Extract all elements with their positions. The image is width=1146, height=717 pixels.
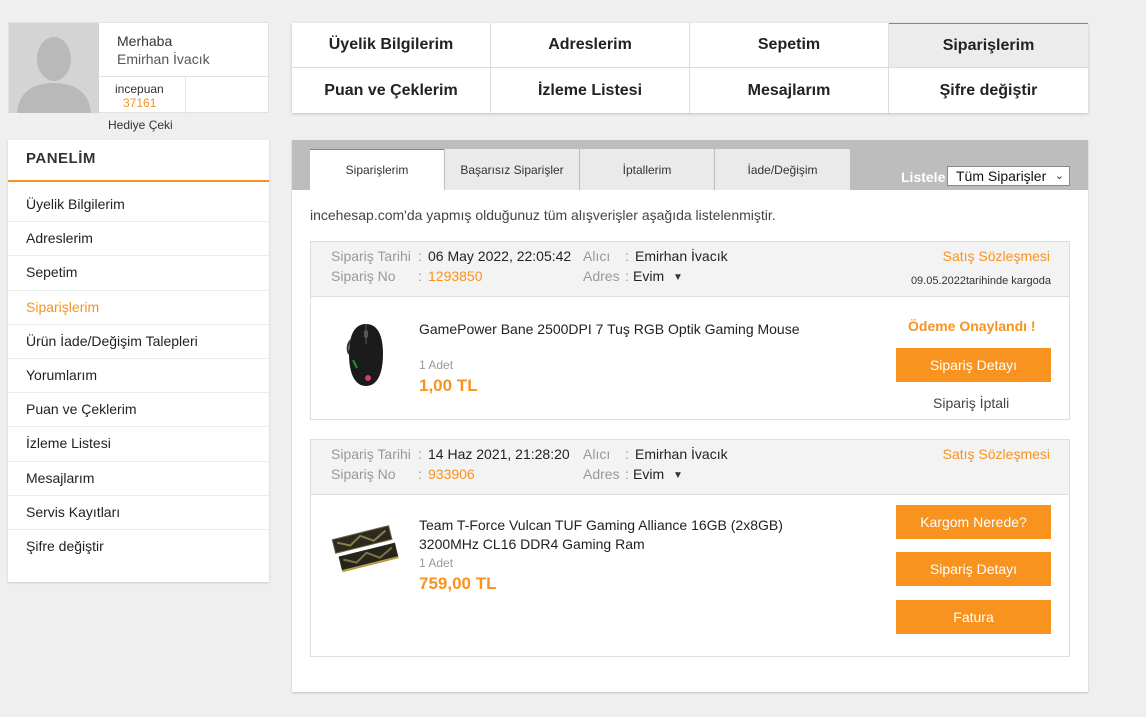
order-card: Sipariş Tarihi : 06 May 2022, 22:05:42 S… bbox=[310, 241, 1070, 420]
sidebar-item-mesajlarim[interactable]: Mesajlarım bbox=[8, 462, 269, 496]
sales-contract-link[interactable]: Satış Sözleşmesi bbox=[943, 446, 1050, 462]
sidebar-item-servis-kayitlari[interactable]: Servis Kayıtları bbox=[8, 496, 269, 530]
points-value[interactable]: 37161 bbox=[123, 96, 156, 110]
order-date-label: Sipariş Tarihi bbox=[331, 446, 411, 462]
ram-product-icon bbox=[331, 525, 399, 573]
product-name-line2: 3200MHz CL16 DDR4 Gaming Ram bbox=[419, 536, 645, 552]
order-date-value: 06 May 2022, 22:05:42 bbox=[428, 248, 572, 264]
nav-izleme-listesi[interactable]: İzleme Listesi bbox=[491, 68, 690, 113]
nav-mesajlarim[interactable]: Mesajlarım bbox=[690, 68, 889, 113]
order-status: Ödeme Onaylandı ! bbox=[908, 318, 1036, 334]
points-box: incepuan 37161 bbox=[99, 76, 270, 114]
tab-basarisiz-siparisler[interactable]: Başarısız Siparişler bbox=[445, 149, 579, 190]
order-date-value: 14 Haz 2021, 21:28:20 bbox=[428, 446, 570, 462]
product-quantity: 1 Adet bbox=[419, 556, 454, 570]
order-no-label: Sipariş No bbox=[331, 466, 396, 482]
sidebar-menu: Üyelik Bilgilerim Adreslerim Sepetim Sip… bbox=[8, 188, 269, 564]
sidebar-title: PANELİM bbox=[8, 140, 269, 182]
product-price: 759,00 TL bbox=[419, 574, 497, 593]
recipient-value: Emirhan İvacık bbox=[635, 446, 728, 462]
product-name[interactable]: GamePower Bane 2500DPI 7 Tuş RGB Optik G… bbox=[419, 320, 800, 339]
cargo-note: 09.05.2022tarihinde kargoda bbox=[910, 275, 1051, 287]
orders-panel: Siparişlerim Başarısız Siparişler İptall… bbox=[292, 140, 1088, 692]
order-date-label: Sipariş Tarihi bbox=[331, 248, 411, 264]
order-detail-button[interactable]: Sipariş Detayı bbox=[896, 552, 1051, 586]
tab-iptallerim[interactable]: İptallerim bbox=[580, 149, 714, 190]
order-detail-button[interactable]: Sipariş Detayı bbox=[896, 348, 1051, 382]
product-name-line1: Team T-Force Vulcan TUF Gaming Alliance … bbox=[419, 517, 783, 533]
sidebar-item-sepetim[interactable]: Sepetim bbox=[8, 256, 269, 291]
address-value[interactable]: Evim bbox=[633, 268, 664, 284]
colon: : bbox=[418, 268, 422, 284]
filter-select[interactable]: Tüm Siparişler ⌄ bbox=[947, 166, 1070, 186]
colon: : bbox=[625, 268, 629, 284]
sidebar-item-iade-talepleri[interactable]: Ürün İade/Değişim Talepleri bbox=[8, 325, 269, 359]
sidebar-item-yorumlarim[interactable]: Yorumlarım bbox=[8, 359, 269, 394]
colon: : bbox=[625, 446, 629, 462]
order-no-label: Sipariş No bbox=[331, 268, 396, 284]
sales-contract-link[interactable]: Satış Sözleşmesi bbox=[943, 248, 1050, 264]
product-price: 1,00 TL bbox=[419, 376, 478, 395]
colon: : bbox=[418, 466, 422, 482]
user-name: Emirhan İvacık bbox=[117, 51, 210, 67]
sidebar-item-adreslerim[interactable]: Adreslerim bbox=[8, 222, 269, 257]
colon: : bbox=[418, 446, 422, 462]
order-card: Sipariş Tarihi : 14 Haz 2021, 21:28:20 S… bbox=[310, 439, 1070, 657]
order-cancel-link[interactable]: Sipariş İptali bbox=[933, 395, 1009, 411]
filter-selected-value: Tüm Siparişler bbox=[956, 168, 1047, 184]
product-name[interactable]: Team T-Force Vulcan TUF Gaming Alliance … bbox=[419, 516, 783, 554]
colon: : bbox=[418, 248, 422, 264]
avatar[interactable] bbox=[9, 23, 99, 113]
nav-sifre-degistir[interactable]: Şifre değiştir bbox=[889, 68, 1088, 113]
order-no-value[interactable]: 1293850 bbox=[428, 268, 483, 284]
mouse-product-icon bbox=[346, 324, 383, 386]
sidebar-panel: PANELİM Üyelik Bilgilerim Adreslerim Sep… bbox=[8, 140, 269, 582]
orders-tab-bar: Siparişlerim Başarısız Siparişler İptall… bbox=[292, 140, 1088, 190]
invoice-button[interactable]: Fatura bbox=[896, 600, 1051, 634]
chevron-down-icon: ⌄ bbox=[1054, 170, 1064, 182]
sidebar-item-siparislerim[interactable]: Siparişlerim bbox=[8, 291, 269, 325]
caret-down-icon[interactable]: ▼ bbox=[673, 272, 683, 283]
user-silhouette-icon bbox=[9, 23, 99, 113]
profile-card: Merhaba Emirhan İvacık incepuan 37161 bbox=[8, 22, 270, 114]
recipient-value: Emirhan İvacık bbox=[635, 248, 728, 264]
order-header: Sipariş Tarihi : 14 Haz 2021, 21:28:20 S… bbox=[311, 440, 1069, 495]
greeting-text: Merhaba bbox=[117, 33, 173, 49]
sidebar-item-sifre-degistir[interactable]: Şifre değiştir bbox=[8, 530, 269, 564]
recipient-label: Alıcı bbox=[583, 248, 611, 264]
points-label: incepuan bbox=[115, 82, 164, 96]
nav-siparislerim[interactable]: Siparişlerim bbox=[889, 23, 1088, 68]
address-value[interactable]: Evim bbox=[633, 466, 664, 482]
colon: : bbox=[625, 248, 629, 264]
recipient-label: Alıcı bbox=[583, 446, 611, 462]
nav-uyelik[interactable]: Üyelik Bilgilerim bbox=[292, 23, 491, 68]
nav-adreslerim[interactable]: Adreslerim bbox=[491, 23, 690, 68]
track-cargo-button[interactable]: Kargom Nerede? bbox=[896, 505, 1051, 539]
caret-down-icon[interactable]: ▼ bbox=[673, 470, 683, 481]
nav-puan-cekler[interactable]: Puan ve Çeklerim bbox=[292, 68, 491, 113]
address-label: Adres bbox=[583, 466, 620, 482]
orders-info-text: incehesap.com'da yapmış olduğunuz tüm al… bbox=[310, 207, 776, 223]
product-image-mouse[interactable] bbox=[335, 320, 397, 390]
tab-siparislerim[interactable]: Siparişlerim bbox=[310, 149, 444, 190]
nav-sepetim[interactable]: Sepetim bbox=[690, 23, 889, 68]
order-header: Sipariş Tarihi : 06 May 2022, 22:05:42 S… bbox=[311, 242, 1069, 297]
tab-iade-degisim[interactable]: İade/Değişim bbox=[715, 149, 850, 190]
sidebar-item-izleme-listesi[interactable]: İzleme Listesi bbox=[8, 427, 269, 462]
order-no-value[interactable]: 933906 bbox=[428, 466, 475, 482]
product-image-ram[interactable] bbox=[331, 518, 399, 576]
colon: : bbox=[625, 466, 629, 482]
account-nav-grid: Üyelik Bilgilerim Adreslerim Sepetim Sip… bbox=[292, 23, 1088, 113]
address-label: Adres bbox=[583, 268, 620, 284]
filter-label: Listele bbox=[901, 169, 946, 185]
gift-voucher-label[interactable]: Hediye Çeki bbox=[108, 118, 173, 132]
sidebar-item-puan-cekler[interactable]: Puan ve Çeklerim bbox=[8, 393, 269, 428]
points-divider bbox=[185, 77, 186, 114]
product-quantity: 1 Adet bbox=[419, 358, 454, 372]
sidebar-item-uyelik[interactable]: Üyelik Bilgilerim bbox=[8, 188, 269, 223]
